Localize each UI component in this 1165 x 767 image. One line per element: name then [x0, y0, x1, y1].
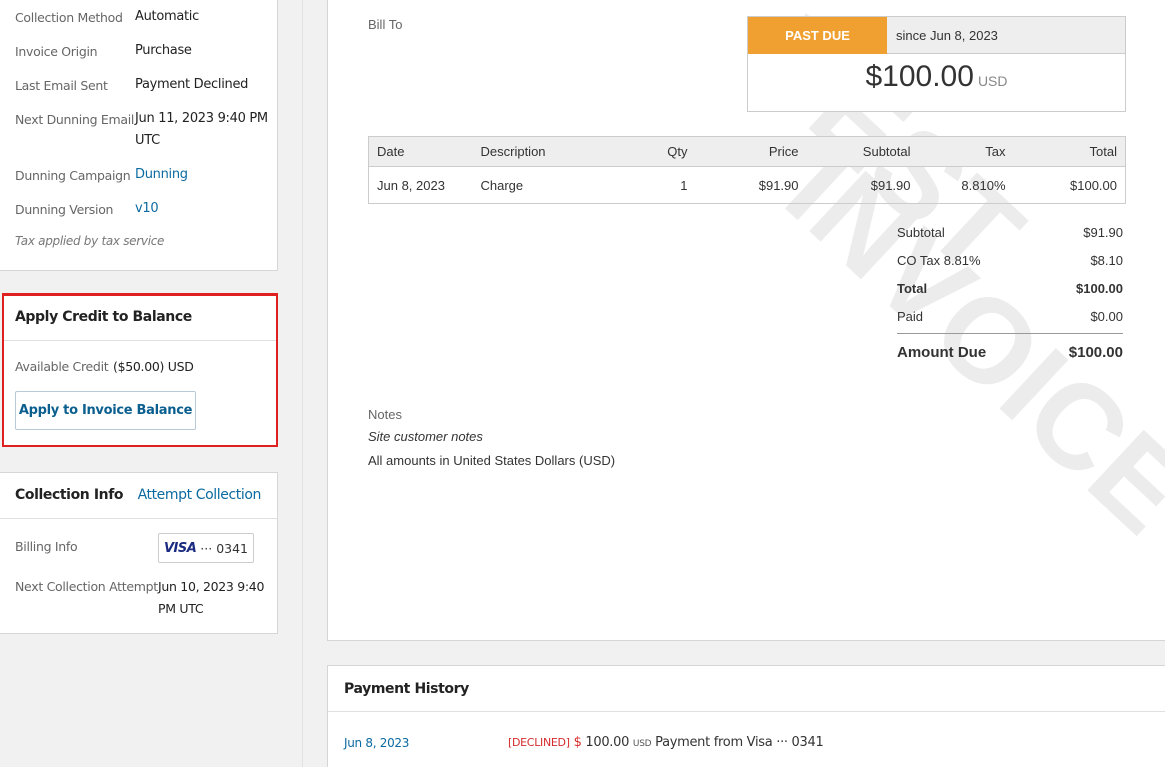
total-label: Total: [897, 281, 928, 296]
dunning-version-label: Dunning Version: [15, 202, 114, 217]
amount-due-value: $100.00: [1068, 344, 1123, 361]
tax-label: CO Tax 8.81%: [897, 253, 981, 268]
status-box: PAST DUE since Jun 8, 2023 $100.00 USD: [747, 16, 1126, 112]
amounts-note: All amounts in United States Dollars (US…: [368, 453, 616, 468]
col-qty: Qty: [642, 136, 696, 167]
invoice-origin-label: Invoice Origin: [15, 44, 98, 59]
collection-info-title: Collection Info: [15, 487, 124, 503]
collection-method-label: Collection Method: [15, 10, 123, 25]
collection-info-card: Collection Info Attempt Collection Billi…: [0, 472, 278, 634]
invoice-details-card: Collection Method Automatic Invoice Orig…: [0, 0, 278, 271]
available-credit-label: Available Credit: [15, 359, 109, 374]
payment-line: [DECLINED] $ 100.00 USD Payment from Vis…: [508, 735, 824, 750]
since-date: since Jun 8, 2023: [887, 17, 1125, 54]
cell-date: Jun 8, 2023: [377, 177, 445, 193]
paid-label: Paid: [897, 309, 924, 324]
declined-badge: [DECLINED]: [508, 736, 570, 749]
next-collection-value: Jun 10, 2023 9:40 PM UTC: [158, 579, 265, 616]
paid-value: $0.00: [1090, 309, 1123, 324]
cell-qty: 1: [680, 177, 688, 193]
payment-history-title: Payment History: [344, 681, 469, 697]
next-collection-label: Next Collection Attempt: [15, 579, 158, 594]
table-row: Jun 8, 2023 Charge 1 $91.90 $91.90 8.810…: [369, 167, 1126, 204]
col-description: Description: [472, 136, 643, 167]
cell-subtotal: $91.90: [870, 177, 911, 193]
table-header-row: Date Description Qty Price Subtotal Tax …: [368, 136, 1126, 167]
dunning-campaign-link[interactable]: Dunning: [135, 164, 188, 186]
cell-description: Charge: [480, 177, 524, 193]
billing-info-label: Billing Info: [15, 539, 78, 554]
cell-price: $91.90: [758, 177, 799, 193]
totals-divider: [897, 333, 1123, 334]
next-dunning-value: Jun 11, 2023 9:40 PM UTC: [135, 111, 268, 148]
notes-label: Notes: [368, 407, 402, 422]
card-last4: ··· 0341: [200, 540, 249, 556]
bill-to-label: Bill To: [368, 17, 403, 32]
past-due-badge: PAST DUE: [748, 17, 887, 54]
attempt-collection-link[interactable]: Attempt Collection: [138, 487, 262, 503]
total-row: Total $100.00: [897, 281, 1123, 296]
col-tax: Tax: [918, 136, 1014, 167]
subtotal-label: Subtotal: [897, 225, 945, 240]
apply-to-invoice-balance-button[interactable]: Apply to Invoice Balance: [15, 391, 196, 430]
last-email-label: Last Email Sent: [15, 78, 108, 93]
divider: [0, 518, 277, 519]
subtotal-row: Subtotal $91.90: [897, 225, 1123, 240]
amount-due-row: Amount Due $100.00: [897, 344, 1123, 361]
amount-due-large: $100.00 USD: [748, 60, 1125, 94]
col-date: Date: [368, 136, 473, 167]
apply-credit-card: Apply Credit to Balance Available Credit…: [4, 296, 276, 445]
visa-icon: VISA: [163, 540, 197, 556]
paid-row: Paid $0.00: [897, 309, 1123, 324]
payment-amount: 100.00: [585, 735, 630, 750]
tax-note: Tax applied by tax service: [15, 234, 165, 248]
amount-due-label: Amount Due: [897, 344, 987, 361]
payment-currency: USD: [632, 739, 652, 749]
collection-method-value: Automatic: [135, 9, 199, 24]
available-credit-value: ($50.00) USD: [113, 359, 194, 374]
last-email-value: Payment Declined: [135, 77, 249, 92]
apply-credit-title: Apply Credit to Balance: [15, 309, 192, 325]
notes-text: Site customer notes: [368, 429, 483, 444]
dunning-campaign-label: Dunning Campaign: [15, 168, 131, 183]
dunning-version-link[interactable]: v10: [135, 198, 159, 220]
payment-currency-symbol: $: [573, 735, 582, 750]
cell-tax: 8.810%: [961, 177, 1006, 193]
total-value: $100.00: [1076, 281, 1123, 296]
billing-card-badge[interactable]: VISA ··· 0341: [158, 533, 254, 563]
line-items-table: Date Description Qty Price Subtotal Tax …: [368, 136, 1126, 204]
sidebar: Collection Method Automatic Invoice Orig…: [0, 0, 303, 767]
col-total: Total: [1013, 136, 1126, 167]
divider: [4, 340, 276, 341]
payment-description: Payment from Visa ··· 0341: [655, 735, 824, 750]
divider: [328, 711, 1165, 712]
amount-currency: USD: [977, 73, 1008, 89]
next-dunning-label: Next Dunning Email: [15, 112, 135, 127]
invoice-preview: TEST INVOICE Bill To PAST DUE since Jun …: [327, 0, 1165, 641]
col-subtotal: Subtotal: [806, 136, 919, 167]
cell-total: $100.00: [1070, 177, 1117, 193]
tax-row: CO Tax 8.81% $8.10: [897, 253, 1123, 268]
tax-value: $8.10: [1090, 253, 1123, 268]
amount-value: $100.00: [865, 60, 974, 93]
invoice-origin-value: Purchase: [135, 43, 192, 58]
payment-date-link[interactable]: Jun 8, 2023: [344, 736, 409, 750]
payment-history-card: Payment History Jun 8, 2023 [DECLINED] $…: [327, 665, 1165, 767]
col-price: Price: [695, 136, 807, 167]
subtotal-value: $91.90: [1083, 225, 1123, 240]
